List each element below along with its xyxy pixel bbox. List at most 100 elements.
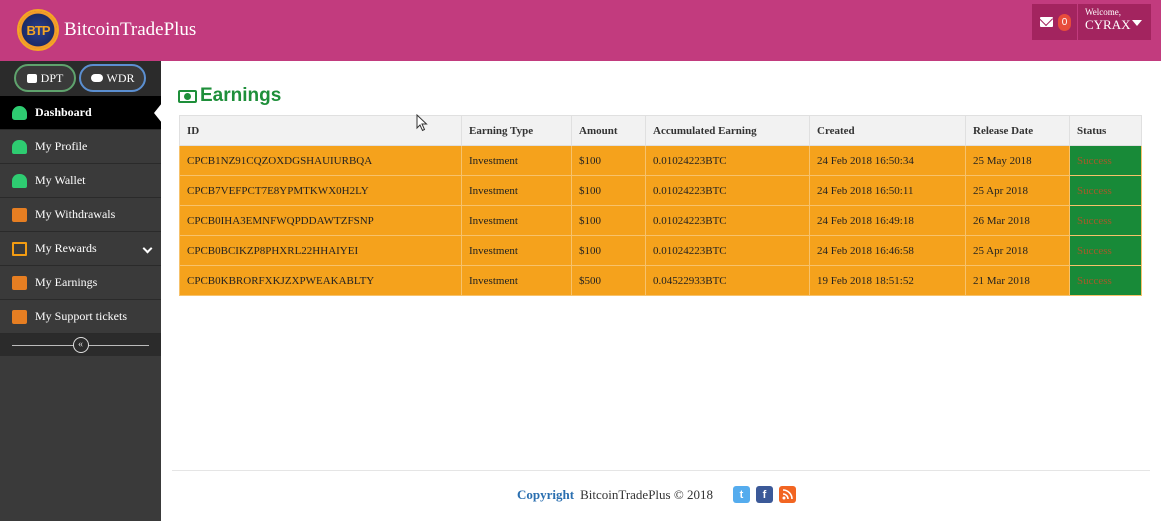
cell-earning-type: Investment xyxy=(461,175,572,206)
cell-status: Success xyxy=(1069,235,1142,266)
cell-earning-type: Investment xyxy=(461,205,572,236)
sidebar-item-my-earnings[interactable]: My Earnings xyxy=(0,266,161,300)
caret-down-icon xyxy=(1132,20,1142,26)
cell-status: Success xyxy=(1069,175,1142,206)
table-header-row: ID Earning Type Amount Accumulated Earni… xyxy=(179,115,1142,146)
cell-release-date: 21 Mar 2018 xyxy=(965,265,1070,296)
cell-created: 24 Feb 2018 16:50:34 xyxy=(809,145,966,176)
cloud-upload-icon xyxy=(90,74,103,82)
sidebar-item-label: My Rewards xyxy=(35,241,97,255)
footer: Copyright BitcoinTradePlus © 2018 t f xyxy=(517,486,796,503)
collapse-sidebar-button[interactable]: « xyxy=(72,337,89,353)
messages-button[interactable]: 0 xyxy=(1032,4,1077,40)
sidebar-item-my-support-tickets[interactable]: My Support tickets xyxy=(0,300,161,334)
dashboard-icon xyxy=(12,105,27,120)
cell-amount: $100 xyxy=(571,235,646,266)
quick-actions: DPT WDR xyxy=(0,61,161,96)
user-icon xyxy=(12,139,27,154)
table-row: CPCB7VEFPCT7E8YPMTKWX0H2LY Investment $1… xyxy=(179,175,1142,206)
cell-accumulated: 0.01024223BTC xyxy=(645,145,810,176)
sidebar-item-label: My Support tickets xyxy=(35,309,127,323)
notification-badge: 0 xyxy=(1058,13,1071,31)
withdraw-button[interactable]: WDR xyxy=(79,64,146,92)
calendar-icon xyxy=(12,275,27,290)
column-header-status[interactable]: Status xyxy=(1069,115,1142,146)
withdraw-label: WDR xyxy=(106,70,135,85)
cell-accumulated: 0.01024223BTC xyxy=(645,175,810,206)
sidebar-item-my-wallet[interactable]: My Wallet xyxy=(0,164,161,198)
cell-amount: $100 xyxy=(571,205,646,236)
cell-amount: $100 xyxy=(571,175,646,206)
footer-divider xyxy=(172,470,1150,471)
cell-earning-type: Investment xyxy=(461,145,572,176)
user-menu-button[interactable]: Welcome, CYRAX xyxy=(1078,4,1151,40)
column-header-release-date[interactable]: Release Date xyxy=(965,115,1070,146)
table-row: CPCB0BCIKZP8PHXRL22HHAIYEI Investment $1… xyxy=(179,235,1142,266)
cell-accumulated: 0.01024223BTC xyxy=(645,205,810,236)
copyright-text: BitcoinTradePlus © 2018 xyxy=(580,486,713,502)
column-header-created[interactable]: Created xyxy=(809,115,966,146)
sidebar-item-label: My Withdrawals xyxy=(35,207,116,221)
rss-icon[interactable] xyxy=(778,486,796,503)
column-header-accumulated-earning[interactable]: Accumulated Earning xyxy=(645,115,810,146)
cell-release-date: 25 May 2018 xyxy=(965,145,1070,176)
cell-release-date: 25 Apr 2018 xyxy=(965,175,1070,206)
table-row: CPCB0KBRORFXKJZXPWEAKABLTY Investment $5… xyxy=(179,265,1142,296)
twitter-icon[interactable]: t xyxy=(732,486,750,503)
sidebar-item-my-profile[interactable]: My Profile xyxy=(0,130,161,164)
cell-status: Success xyxy=(1069,205,1142,236)
cell-id: CPCB0KBRORFXKJZXPWEAKABLTY xyxy=(179,265,462,296)
cell-accumulated: 0.01024223BTC xyxy=(645,235,810,266)
file-icon xyxy=(12,241,27,256)
table-row: CPCB0IHA3EMNFWQPDDAWTZFSNP Investment $1… xyxy=(179,205,1142,236)
chevron-down-icon xyxy=(142,243,153,254)
welcome-text: Welcome, xyxy=(1085,7,1122,17)
cell-release-date: 25 Apr 2018 xyxy=(965,235,1070,266)
page-title: Earnings xyxy=(178,85,281,107)
cell-created: 24 Feb 2018 16:49:18 xyxy=(809,205,966,236)
sidebar-item-label: Dashboard xyxy=(35,105,92,119)
cell-status: Success xyxy=(1069,145,1142,176)
cell-id: CPCB7VEFPCT7E8YPMTKWX0H2LY xyxy=(179,175,462,206)
sidebar-item-label: My Earnings xyxy=(35,275,98,289)
page-title-text: Earnings xyxy=(200,85,282,106)
sidebar: DPT WDR Dashboard My Profile My Wallet M… xyxy=(0,61,162,521)
earnings-table: ID Earning Type Amount Accumulated Earni… xyxy=(179,115,1142,296)
cell-id: CPCB0IHA3EMNFWQPDDAWTZFSNP xyxy=(179,205,462,236)
calendar-icon xyxy=(12,207,27,222)
sidebar-collapse-row: « xyxy=(0,334,161,356)
cell-created: 24 Feb 2018 16:50:11 xyxy=(809,175,966,206)
cell-created: 19 Feb 2018 18:51:52 xyxy=(809,265,966,296)
table-row: CPCB1NZ91CQZOXDGSHAUIURBQA Investment $1… xyxy=(179,145,1142,176)
cell-status: Success xyxy=(1069,265,1142,296)
cell-amount: $100 xyxy=(571,145,646,176)
facebook-icon[interactable]: f xyxy=(755,486,773,503)
sidebar-item-label: My Profile xyxy=(35,139,88,153)
column-header-earning-type[interactable]: Earning Type xyxy=(461,115,572,146)
brand-logo[interactable]: BTP xyxy=(17,9,59,51)
sidebar-item-my-withdrawals[interactable]: My Withdrawals xyxy=(0,198,161,232)
deposit-button[interactable]: DPT xyxy=(14,64,76,92)
user-icon xyxy=(12,173,27,188)
sidebar-item-dashboard[interactable]: Dashboard xyxy=(0,96,162,130)
cell-created: 24 Feb 2018 16:46:58 xyxy=(809,235,966,266)
calendar-icon xyxy=(12,309,27,324)
cell-earning-type: Investment xyxy=(461,265,572,296)
sidebar-item-label: My Wallet xyxy=(35,173,86,187)
brand-name[interactable]: BitcoinTradePlus xyxy=(64,19,196,41)
column-header-amount[interactable]: Amount xyxy=(571,115,646,146)
cell-accumulated: 0.04522933BTC xyxy=(645,265,810,296)
cell-id: CPCB1NZ91CQZOXDGSHAUIURBQA xyxy=(179,145,462,176)
cell-id: CPCB0BCIKZP8PHXRL22HHAIYEI xyxy=(179,235,462,266)
sidebar-item-my-rewards[interactable]: My Rewards xyxy=(0,232,161,266)
mouse-cursor-icon xyxy=(416,114,428,132)
logo-text: BTP xyxy=(26,22,51,38)
copyright-label: Copyright xyxy=(517,486,575,502)
gift-icon xyxy=(26,73,37,83)
top-header: BTP BitcoinTradePlus 0 Welcome, CYRAX xyxy=(0,0,1161,61)
money-icon xyxy=(178,89,197,103)
deposit-label: DPT xyxy=(40,70,64,85)
envelope-icon xyxy=(1040,17,1053,27)
cell-release-date: 26 Mar 2018 xyxy=(965,205,1070,236)
cell-amount: $500 xyxy=(571,265,646,296)
